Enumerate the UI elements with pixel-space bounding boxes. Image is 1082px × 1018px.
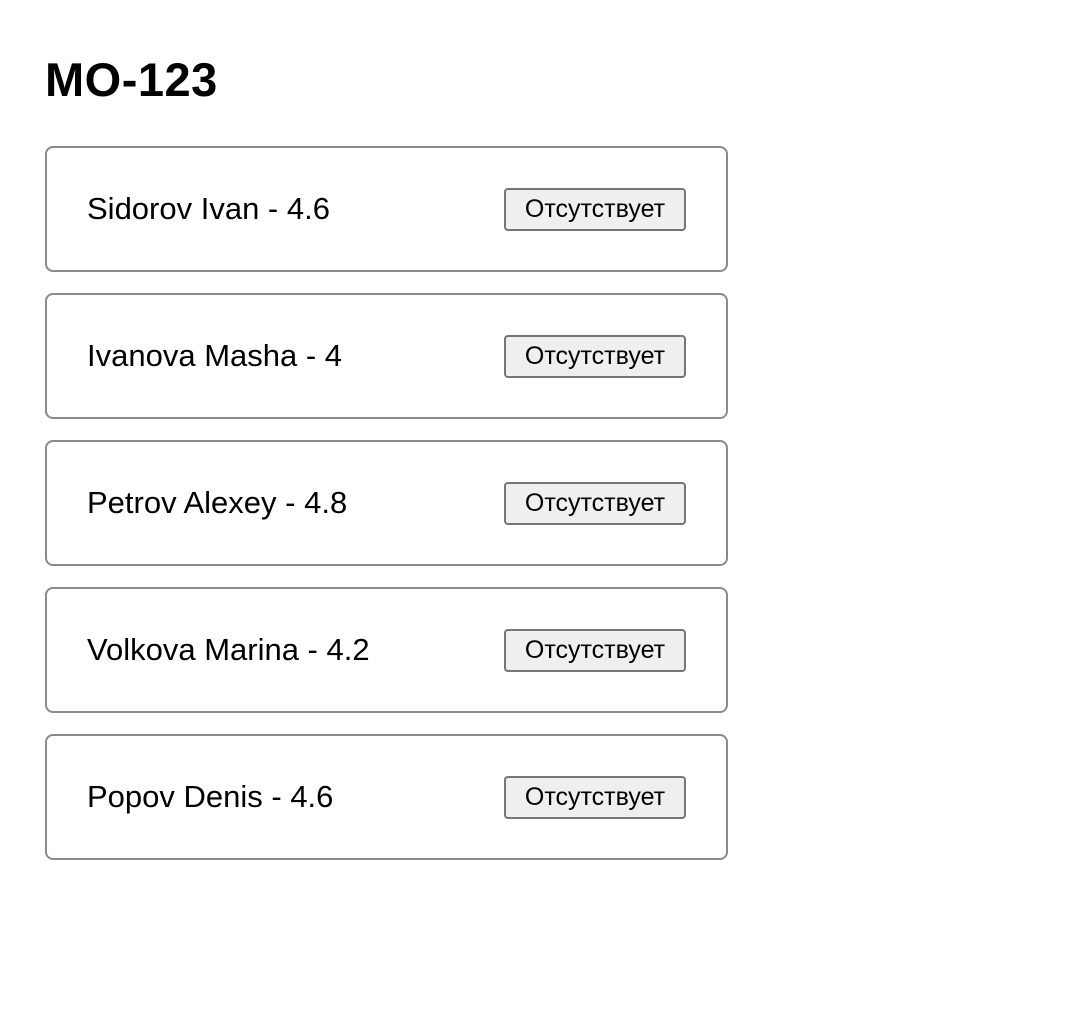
- student-name-grade: Popov Denis - 4.6: [87, 779, 334, 814]
- student-card: Ivanova Masha - 4 Отсутствует: [45, 293, 728, 419]
- mark-absent-button[interactable]: Отсутствует: [504, 481, 686, 525]
- page-title: MO-123: [45, 53, 218, 106]
- mark-absent-button[interactable]: Отсутствует: [504, 628, 686, 672]
- student-name-grade: Sidorov Ivan - 4.6: [87, 191, 330, 226]
- mark-absent-button[interactable]: Отсутствует: [504, 775, 686, 819]
- student-card: Volkova Marina - 4.2 Отсутствует: [45, 587, 728, 713]
- student-name-grade: Volkova Marina - 4.2: [87, 632, 370, 667]
- group-page: MO-123 Sidorov Ivan - 4.6 Отсутствует Iv…: [45, 0, 728, 881]
- student-card: Petrov Alexey - 4.8 Отсутствует: [45, 440, 728, 566]
- mark-absent-button[interactable]: Отсутствует: [504, 334, 686, 378]
- student-name-grade: Ivanova Masha - 4: [87, 338, 343, 373]
- student-name-grade: Petrov Alexey - 4.8: [87, 485, 348, 520]
- student-list: Sidorov Ivan - 4.6 Отсутствует Ivanova M…: [45, 146, 728, 860]
- mark-absent-button[interactable]: Отсутствует: [504, 187, 686, 231]
- student-card: Popov Denis - 4.6 Отсутствует: [45, 734, 728, 860]
- student-card: Sidorov Ivan - 4.6 Отсутствует: [45, 146, 728, 272]
